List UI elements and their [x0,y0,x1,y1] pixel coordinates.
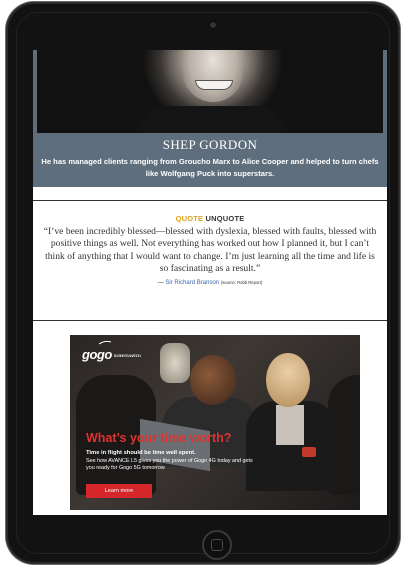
gogo-logo-text: gogo [82,347,112,362]
ad-body: See how AVANCE L5 gives you the power of… [86,458,253,471]
screen: SHEP GORDON He has managed clients rangi… [33,50,387,515]
quote-attribution: — Sir Richard Branson (source: Robb Repo… [33,280,387,286]
ad-woman-head [266,353,310,407]
hero-shirt [137,106,287,136]
ad-woman-scarf [276,405,304,445]
ad-man-head [190,355,236,405]
quote-heading-accent: QUOTE [175,214,204,223]
hero-face [183,50,243,102]
gogo-ad-banner[interactable]: gogo BUSINESS AVIATION What’s your time w… [70,335,360,510]
quote-section: QUOTE UNQUOTE “I’ve been incredibly bles… [33,200,387,321]
hero-name: SHEP GORDON [162,137,258,152]
quote-text: “I’ve been incredibly blessed—blessed wi… [43,226,377,275]
ad-subhead: Time in flight should be time well spent… [86,450,196,456]
gogo-logo-subtext: BUSINESS AVIATION [113,353,141,358]
hero-photo [33,50,387,136]
quote-heading-plain: UNQUOTE [205,214,245,223]
hero-caption: SHEP GORDON He has managed clients rangi… [33,133,387,187]
quote-source: (source: Robb Report) [220,279,263,285]
plane-icon [98,340,112,345]
quote-heading: QUOTE UNQUOTE [33,214,387,223]
home-icon [211,539,223,551]
ad-headline: What’s your time worth? [86,431,232,445]
quote-dash: — [157,279,164,286]
ad-phone [302,447,316,457]
hero-smile [195,80,233,90]
hero-description: He has managed clients ranging from Grou… [41,157,379,178]
ad-cabin-window [160,343,190,383]
quote-author-link[interactable]: Sir Richard Branson [165,280,219,286]
learn-more-button[interactable]: Learn more [86,484,152,498]
camera-icon [210,22,216,28]
gogo-logo: gogo BUSINESS AVIATION [82,347,141,362]
home-button[interactable] [202,530,232,560]
